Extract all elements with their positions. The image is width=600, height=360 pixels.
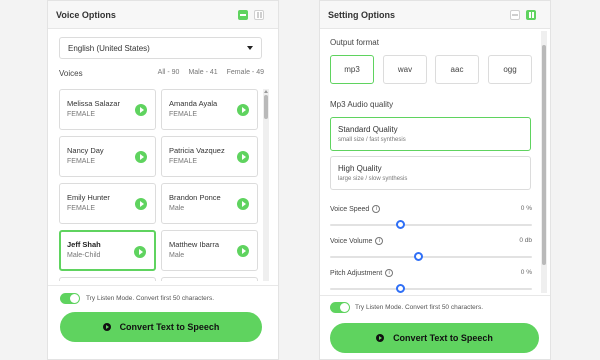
voice-speed-value: 0 % (520, 205, 532, 212)
play-icon[interactable] (135, 104, 147, 116)
quality-subtitle: large size / slow synthesis (338, 176, 408, 182)
listen-mode-toggle[interactable] (330, 302, 350, 313)
setting-options-header: Setting Options (320, 1, 550, 29)
quality-standard[interactable]: Standard Quality small size / fast synth… (330, 117, 531, 151)
voice-card-selected[interactable]: Jeff Shah Male-Child (59, 230, 156, 271)
minimize-icon[interactable] (510, 10, 520, 20)
voice-card[interactable]: Nancy Day FEMALE (59, 136, 156, 177)
voice-card[interactable]: Emily Hunter FEMALE (59, 183, 156, 224)
format-wav[interactable]: wav (383, 55, 427, 84)
divider (48, 285, 278, 286)
listen-mode-text: Try Listen Mode. Convert first 50 charac… (86, 295, 215, 302)
panel-title: Setting Options (328, 9, 395, 20)
voice-list: Melissa Salazar FEMALE Amanda Ayala FEMA… (59, 89, 259, 281)
output-format-label: Output format (330, 38, 379, 47)
quality-high[interactable]: High Quality large size / slow synthesis (330, 156, 531, 190)
listen-mode-toggle[interactable] (60, 293, 80, 304)
pause-icon[interactable] (254, 10, 264, 20)
scrollbar-thumb[interactable] (542, 45, 546, 265)
voice-volume-slider[interactable] (330, 256, 532, 258)
voice-speed-slider[interactable] (330, 224, 532, 226)
voice-card[interactable]: Melissa Salazar FEMALE (59, 89, 156, 130)
panel-title: Voice Options (56, 9, 116, 20)
voice-volume-label: Voice Volume i (330, 237, 384, 245)
voices-label: Voices (59, 69, 83, 78)
voice-list-scrollbar[interactable] (263, 89, 269, 281)
voice-card[interactable]: Matthew Ibarra Male (161, 230, 258, 271)
voice-speed-text: Voice Speed (330, 205, 370, 213)
format-ogg[interactable]: ogg (488, 55, 532, 84)
voice-options-panel: Voice Options English (United States) Vo… (47, 0, 279, 360)
settings-scrollbar[interactable] (541, 31, 547, 293)
minimize-icon[interactable] (238, 10, 248, 20)
play-icon[interactable] (135, 151, 147, 163)
scrollbar-thumb[interactable] (264, 95, 268, 119)
pitch-thumb[interactable] (396, 284, 406, 293)
voice-volume-thumb[interactable] (414, 252, 424, 261)
voice-card[interactable] (59, 277, 156, 281)
convert-button[interactable]: Convert Text to Speech (60, 312, 262, 342)
language-value: English (United States) (68, 43, 150, 53)
convert-button[interactable]: Convert Text to Speech (330, 323, 539, 353)
voice-speed-label: Voice Speed i (330, 205, 381, 213)
play-icon[interactable] (237, 198, 249, 210)
play-icon[interactable] (135, 198, 147, 210)
voice-card[interactable] (161, 277, 258, 281)
convert-label: Convert Text to Speech (119, 322, 220, 332)
voice-card[interactable]: Amanda Ayala FEMALE (161, 89, 258, 130)
setting-options-panel: Setting Options Output format mp3 wav aa… (319, 0, 551, 360)
voice-options-header: Voice Options (48, 1, 278, 29)
filter-female[interactable]: Female - 49 (227, 69, 264, 78)
play-icon[interactable] (237, 104, 249, 116)
format-aac[interactable]: aac (435, 55, 479, 84)
voice-speed-thumb[interactable] (396, 220, 406, 229)
language-select[interactable]: English (United States) (59, 37, 262, 59)
quality-subtitle: small size / fast synthesis (338, 137, 406, 143)
convert-label: Convert Text to Speech (393, 333, 493, 343)
info-icon[interactable]: i (375, 237, 384, 245)
quality-label: Mp3 Audio quality (330, 100, 394, 109)
filter-male[interactable]: Male - 41 (188, 69, 217, 78)
play-icon[interactable] (237, 151, 249, 163)
voice-card[interactable]: Patricia Vazquez FEMALE (161, 136, 258, 177)
listen-mode-text: Try Listen Mode. Convert first 50 charac… (355, 304, 484, 311)
pitch-slider[interactable] (330, 288, 532, 290)
scroll-up-icon[interactable] (264, 90, 268, 93)
voices-filter-row: Voices All - 90 Male - 41 Female - 49 (59, 69, 264, 78)
quality-title: High Quality (338, 164, 382, 173)
play-icon[interactable] (237, 245, 249, 257)
pause-icon[interactable] (526, 10, 536, 20)
pitch-label: Pitch Adjustment i (330, 269, 394, 277)
voice-volume-text: Voice Volume (330, 237, 373, 245)
filter-all[interactable]: All - 90 (158, 69, 180, 78)
divider (320, 295, 550, 296)
pitch-text: Pitch Adjustment (330, 269, 383, 277)
pitch-value: 0 % (520, 269, 532, 276)
quality-title: Standard Quality (338, 125, 398, 134)
info-icon[interactable]: i (372, 205, 381, 213)
info-icon[interactable]: i (385, 269, 394, 277)
voice-card[interactable]: Brandon Ponce Male (161, 183, 258, 224)
chevron-down-icon (247, 46, 253, 50)
play-icon (102, 323, 111, 331)
play-icon[interactable] (134, 246, 146, 258)
play-icon (376, 334, 385, 342)
voice-volume-value: 0 db (519, 237, 532, 244)
format-mp3[interactable]: mp3 (330, 55, 374, 84)
